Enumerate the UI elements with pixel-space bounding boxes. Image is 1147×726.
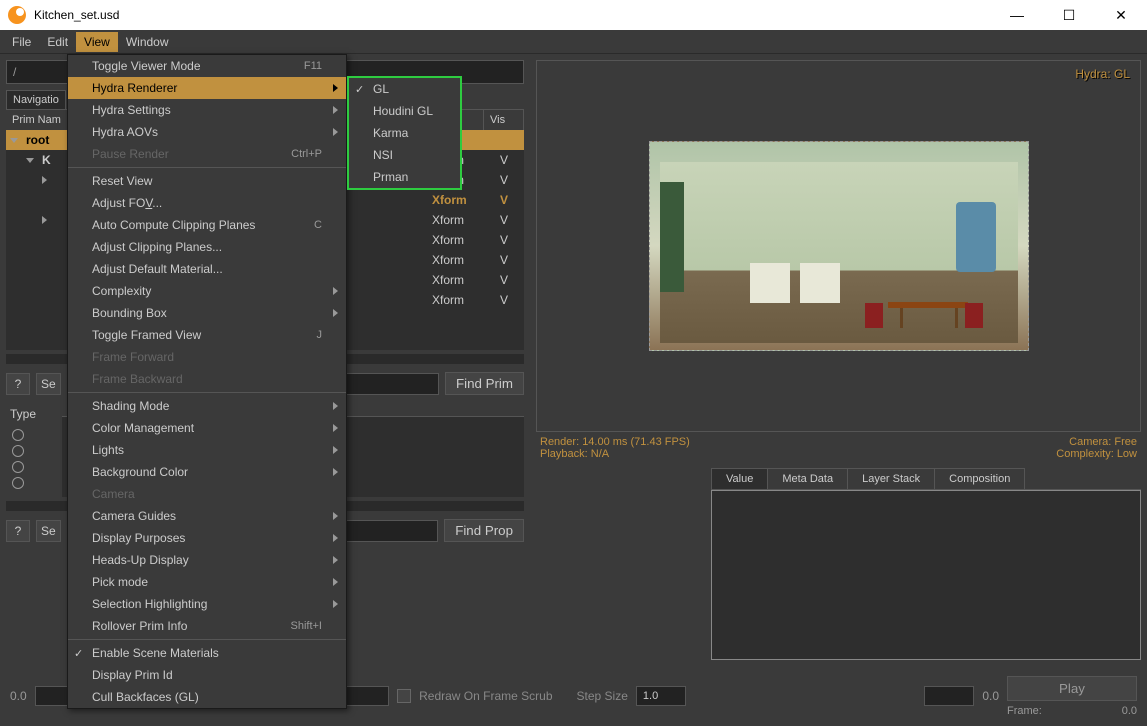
- menu-item[interactable]: Rollover Prim InfoShift+I: [68, 615, 346, 637]
- help-button[interactable]: ?: [6, 520, 30, 542]
- menu-item[interactable]: Adjust FOV...: [68, 192, 346, 214]
- menu-item[interactable]: Toggle Framed ViewJ: [68, 324, 346, 346]
- menu-item[interactable]: Display Prim Id: [68, 664, 346, 686]
- expand-icon[interactable]: [26, 158, 34, 163]
- menu-item[interactable]: ✓Enable Scene Materials: [68, 642, 346, 664]
- submenu-item[interactable]: Karma: [349, 122, 460, 144]
- tab-value[interactable]: Value: [711, 468, 768, 489]
- tab-composition[interactable]: Composition: [934, 468, 1025, 489]
- stepsize-input[interactable]: [636, 686, 686, 706]
- menu-item[interactable]: Background Color: [68, 461, 346, 483]
- submenu-item[interactable]: ✓GL: [349, 78, 460, 100]
- menu-item[interactable]: Hydra AOVs: [68, 121, 346, 143]
- menu-item[interactable]: Shading Mode: [68, 395, 346, 417]
- viewport[interactable]: Hydra: GL: [536, 60, 1141, 432]
- menu-item[interactable]: Lights: [68, 439, 346, 461]
- menu-item: Pause RenderCtrl+P: [68, 143, 346, 165]
- search-mode-button[interactable]: Se: [36, 520, 61, 542]
- menu-edit[interactable]: Edit: [39, 32, 76, 52]
- type-radio[interactable]: [6, 477, 56, 489]
- view-menu-dropdown: Toggle Viewer ModeF11Hydra RendererHydra…: [67, 54, 347, 709]
- menubar: File Edit View Window: [0, 30, 1147, 54]
- submenu-arrow-icon: [333, 402, 338, 410]
- submenu-arrow-icon: [333, 84, 338, 92]
- menu-item[interactable]: Complexity: [68, 280, 346, 302]
- menu-item[interactable]: Color Management: [68, 417, 346, 439]
- frame-start: 0.0: [10, 689, 27, 703]
- submenu-arrow-icon: [333, 287, 338, 295]
- property-tabs: Value Meta Data Layer Stack Composition: [711, 468, 1141, 490]
- submenu-item[interactable]: Houdini GL: [349, 100, 460, 122]
- hydra-renderer-submenu: ✓GLHoudini GLKarmaNSIPrman: [347, 76, 462, 190]
- render-region: [649, 141, 1029, 351]
- frame-end-input[interactable]: [924, 686, 974, 706]
- menu-item[interactable]: Adjust Default Material...: [68, 258, 346, 280]
- submenu-arrow-icon: [333, 309, 338, 317]
- menu-window[interactable]: Window: [118, 32, 177, 52]
- submenu-arrow-icon: [333, 446, 338, 454]
- menu-item[interactable]: Hydra Renderer: [68, 77, 346, 99]
- menu-item[interactable]: Toggle Viewer ModeF11: [68, 55, 346, 77]
- submenu-item[interactable]: Prman: [349, 166, 460, 188]
- menu-item[interactable]: Selection Highlighting: [68, 593, 346, 615]
- type-label: Type: [6, 403, 56, 425]
- close-button[interactable]: ✕: [1103, 1, 1139, 29]
- menu-item[interactable]: Cull Backfaces (GL): [68, 686, 346, 708]
- search-mode-button[interactable]: Se: [36, 373, 61, 395]
- submenu-arrow-icon: [333, 128, 338, 136]
- menu-item[interactable]: Display Purposes: [68, 527, 346, 549]
- menu-item: Frame Forward: [68, 346, 346, 368]
- hydra-renderer-label: Hydra: GL: [1075, 67, 1130, 81]
- submenu-arrow-icon: [333, 512, 338, 520]
- menu-view[interactable]: View: [76, 32, 118, 52]
- frame-label: Frame:: [1007, 705, 1042, 717]
- menu-item[interactable]: Pick mode: [68, 571, 346, 593]
- menu-item[interactable]: Auto Compute Clipping PlanesC: [68, 214, 346, 236]
- submenu-arrow-icon: [333, 424, 338, 432]
- redraw-label: Redraw On Frame Scrub: [419, 689, 552, 703]
- frame-value: 0.0: [1122, 705, 1137, 717]
- type-radio[interactable]: [6, 461, 56, 473]
- titlebar: Kitchen_set.usd — ☐ ✕: [0, 0, 1147, 30]
- submenu-arrow-icon: [333, 600, 338, 608]
- minimize-button[interactable]: —: [999, 1, 1035, 29]
- find-prim-button[interactable]: Find Prim: [445, 372, 524, 395]
- menu-item[interactable]: Hydra Settings: [68, 99, 346, 121]
- right-panel: Hydra: GL Render: 14.00 ms (71.43 FPS) P…: [530, 54, 1147, 666]
- window-title: Kitchen_set.usd: [34, 8, 999, 22]
- tab-layerstack[interactable]: Layer Stack: [847, 468, 935, 489]
- play-button[interactable]: Play: [1007, 676, 1137, 701]
- submenu-arrow-icon: [333, 468, 338, 476]
- menu-item[interactable]: Heads-Up Display: [68, 549, 346, 571]
- tab-content: [711, 490, 1141, 660]
- redraw-checkbox[interactable]: [397, 689, 411, 703]
- menu-item[interactable]: Adjust Clipping Planes...: [68, 236, 346, 258]
- submenu-arrow-icon: [333, 106, 338, 114]
- submenu-item[interactable]: NSI: [349, 144, 460, 166]
- app-icon: [8, 6, 26, 24]
- stepsize-label: Step Size: [577, 689, 628, 703]
- frame-end: 0.0: [982, 689, 999, 703]
- tab-metadata[interactable]: Meta Data: [767, 468, 848, 489]
- type-radio[interactable]: [6, 445, 56, 457]
- navigation-tab[interactable]: Navigatio: [6, 90, 66, 109]
- submenu-arrow-icon: [333, 578, 338, 586]
- menu-item: Camera: [68, 483, 346, 505]
- menu-item: Frame Backward: [68, 368, 346, 390]
- col-vis[interactable]: Vis: [484, 110, 524, 130]
- submenu-arrow-icon: [333, 556, 338, 564]
- menu-file[interactable]: File: [4, 32, 39, 52]
- menu-item[interactable]: Reset View: [68, 170, 346, 192]
- find-prop-button[interactable]: Find Prop: [444, 519, 524, 542]
- type-radio[interactable]: [6, 429, 56, 441]
- submenu-arrow-icon: [333, 534, 338, 542]
- menu-item[interactable]: Bounding Box: [68, 302, 346, 324]
- maximize-button[interactable]: ☐: [1051, 1, 1087, 29]
- expand-icon[interactable]: [42, 216, 47, 224]
- viewport-stats: Render: 14.00 ms (71.43 FPS) Playback: N…: [536, 432, 1141, 464]
- expand-icon[interactable]: [10, 138, 18, 143]
- expand-icon[interactable]: [42, 176, 47, 184]
- help-button[interactable]: ?: [6, 373, 30, 395]
- menu-item[interactable]: Camera Guides: [68, 505, 346, 527]
